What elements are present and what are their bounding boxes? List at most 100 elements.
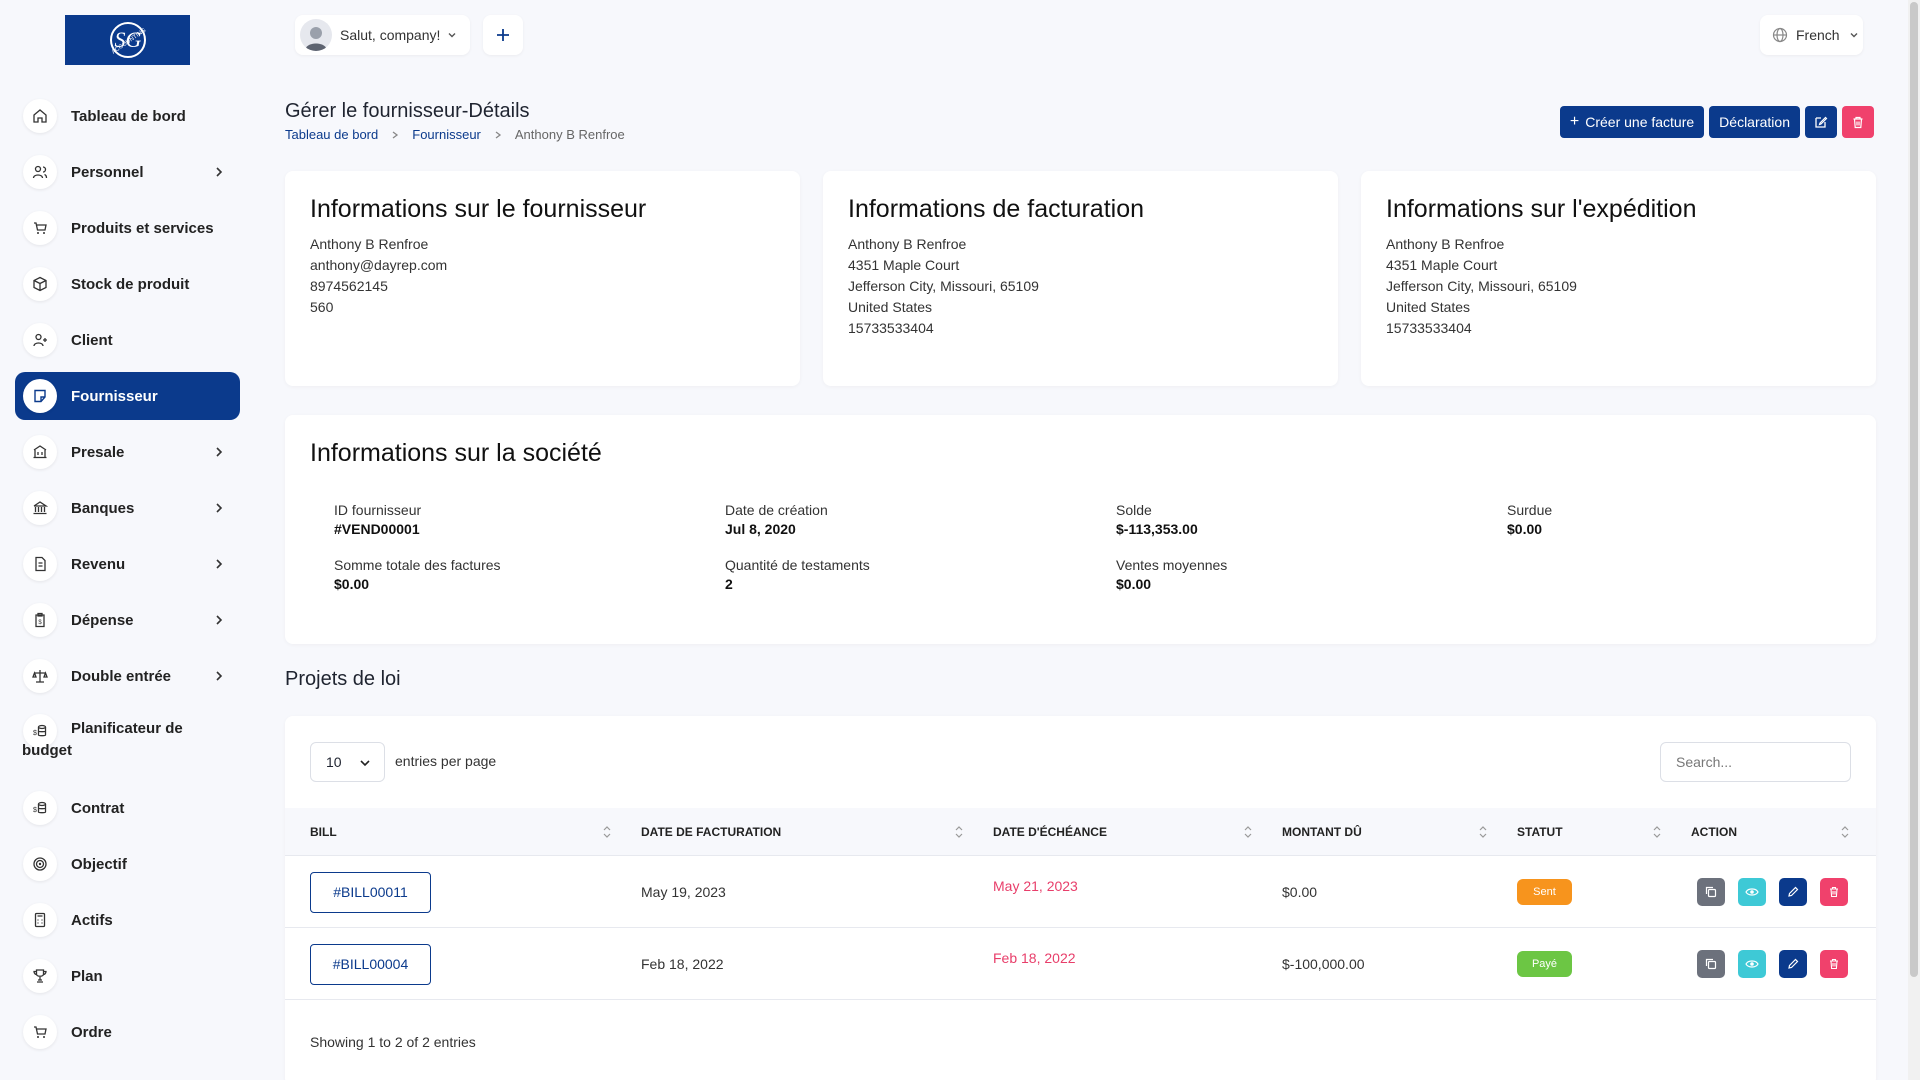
chevron-down-icon [448,33,456,38]
pencil-icon [1788,958,1799,969]
stat-value: $0.00 [1507,521,1543,537]
stat-value: $0.00 [1116,576,1152,592]
globe-icon [1772,27,1788,43]
sidebar-item-assets[interactable]: Actifs [15,896,240,944]
bill-number-button[interactable]: #BILL00004 [310,943,431,985]
stat-created-date: Date de création Jul 8, 2020 [725,502,828,537]
sidebar-item-label: Produits et services [71,219,214,237]
chevron-right-icon [216,559,223,569]
delete-button[interactable] [1842,106,1874,138]
note-icon [23,379,57,413]
cart-icon [23,211,57,245]
scale-icon [23,659,57,693]
eye-icon [1745,960,1759,968]
sidebar-item-label-continued: budget [22,742,72,759]
column-header-bill[interactable]: BILL [310,808,337,856]
plus-icon [497,29,509,41]
svg-text:$: $ [33,807,37,814]
page-actions: + Créer une facture Déclaration [1559,106,1874,138]
trash-icon [1830,958,1838,970]
scrollbar-thumb[interactable] [1910,2,1918,977]
page-title: Gérer le fournisseur-Détails [285,100,530,122]
sort-icon[interactable] [1244,824,1252,840]
sidebar: SG ACCOUNTING Tableau de bord Personnel … [0,0,255,1080]
bills-table-card: 10 entries per page BILL DATE DE FACTURA… [285,716,1876,1080]
breadcrumb-supplier-link[interactable]: Fournisseur [412,127,481,142]
due-date-cell: Feb 18, 2022 [993,950,1076,966]
bill-cell: #BILL00011 [310,856,431,928]
status-badge: Payé [1517,951,1572,977]
sidebar-item-plan[interactable]: Plan [15,952,240,1000]
stat-label: ID fournisseur [334,502,422,518]
sidebar-item-order[interactable]: Ordre [15,1008,240,1056]
sidebar-item-label: Tableau de bord [71,107,186,125]
create-invoice-button[interactable]: + Créer une facture [1559,106,1705,138]
trash-icon [1830,886,1838,898]
sidebar-item-double-entry[interactable]: Double entrée [15,652,240,700]
sidebar-item-label: Plan [71,967,103,985]
sidebar-item-supplier[interactable]: Fournisseur [15,372,240,420]
user-plus-icon [23,323,57,357]
company-info-card: Informations sur la société ID fournisse… [285,415,1876,644]
stat-bill-quantity: Quantité de testaments 2 [725,557,870,592]
breadcrumb-current: Anthony B Renfroe [514,127,625,142]
billing-info-card: Informations de facturation Anthony B Re… [823,171,1338,386]
chevron-right-icon [216,167,223,177]
sort-icon[interactable] [955,824,963,840]
sidebar-item-goal[interactable]: Objectif [15,840,240,888]
sidebar-item-contract[interactable]: $ Contrat [15,784,240,832]
delete-bill-button[interactable] [1820,878,1848,906]
sidebar-item-personnel[interactable]: Personnel [15,148,240,196]
sidebar-item-revenue[interactable]: Revenu [15,540,240,588]
column-header-action[interactable]: ACTION [1691,808,1737,856]
sidebar-item-label: Actifs [71,911,113,929]
column-header-due-date[interactable]: DATE D'ÉCHÉANCE [993,808,1107,856]
column-header-bill-date[interactable]: DATE DE FACTURATION [641,808,781,856]
svg-text:$: $ [38,620,42,626]
sidebar-item-products[interactable]: Produits et services [15,204,240,252]
billing-phone: 15733533404 [848,320,934,336]
copy-icon [1705,958,1717,970]
supplier-phone: 8974562145 [310,278,388,294]
sidebar-item-budget-planner[interactable]: $ Planificateur de budget [15,708,240,776]
bill-number-button[interactable]: #BILL00011 [310,871,431,913]
sidebar-item-stock[interactable]: Stock de produit [15,260,240,308]
edit-bill-button[interactable] [1779,950,1807,978]
duplicate-button[interactable] [1697,878,1725,906]
sidebar-item-expense[interactable]: $ Dépense [15,596,240,644]
entries-per-page-select[interactable]: 10 [310,742,385,782]
search-input[interactable] [1660,742,1851,782]
column-header-status[interactable]: STATUT [1517,808,1563,856]
brand-logo[interactable]: SG ACCOUNTING [65,15,190,65]
sort-icon[interactable] [603,824,611,840]
create-invoice-label: Créer une facture [1585,114,1695,130]
stat-label: Surdue [1507,502,1553,518]
chevron-right-icon [216,447,223,457]
supplier-info-lines: Anthony B Renfroe anthony@dayrep.com 897… [310,234,447,318]
chevron-right-icon [495,130,501,139]
user-menu[interactable]: Salut, company! [295,15,470,55]
sort-icon[interactable] [1479,824,1487,840]
declaration-button[interactable]: Déclaration [1709,106,1800,138]
language-selector[interactable]: French [1760,15,1863,55]
column-header-amount-due[interactable]: MONTANT DÛ [1282,808,1362,856]
sidebar-item-presale[interactable]: Presale [15,428,240,476]
supplier-name: Anthony B Renfroe [310,236,429,252]
edit-button[interactable] [1805,106,1837,138]
sidebar-item-dashboard[interactable]: Tableau de bord [15,92,240,140]
page-scrollbar[interactable] [1908,0,1920,1080]
view-button[interactable] [1738,950,1766,978]
home-icon [23,99,57,133]
sidebar-item-banks[interactable]: Banques [15,484,240,532]
sort-icon[interactable] [1653,824,1661,840]
duplicate-button[interactable] [1697,950,1725,978]
quick-add-button[interactable] [483,15,523,55]
sort-icon[interactable] [1841,824,1849,840]
sidebar-item-client[interactable]: Client [15,316,240,364]
breadcrumb-dashboard-link[interactable]: Tableau de bord [285,127,378,142]
delete-bill-button[interactable] [1820,950,1848,978]
edit-bill-button[interactable] [1779,878,1807,906]
view-button[interactable] [1738,878,1766,906]
sidebar-item-label: Presale [71,443,125,461]
shipping-info-card: Informations sur l'expédition Anthony B … [1361,171,1876,386]
